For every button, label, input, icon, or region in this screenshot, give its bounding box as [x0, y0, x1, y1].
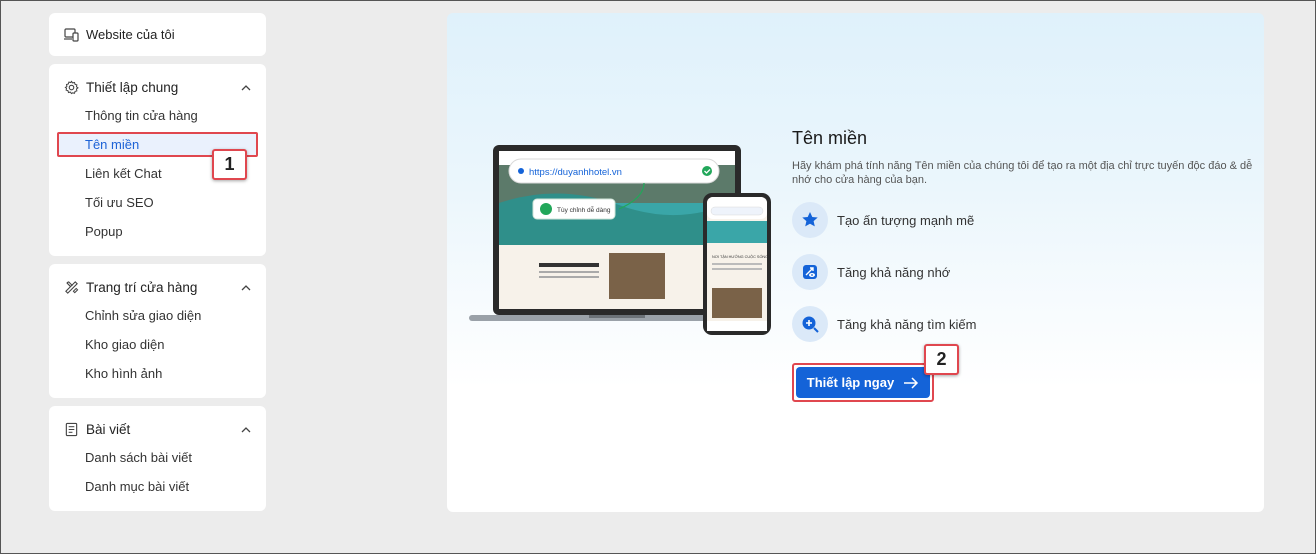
group-title: Bài viết — [86, 422, 131, 437]
feature-label: Tăng khả năng nhớ — [837, 264, 951, 280]
article-icon — [63, 422, 79, 438]
my-website-link[interactable]: Website của tôi — [49, 13, 266, 56]
feature-description: Hãy khám phá tính năng Tên miền của chún… — [792, 160, 1253, 186]
group-header-decoration[interactable]: Trang trí cửa hàng — [49, 274, 266, 301]
domain-feature-panel: https://duyanhhotel.vn Tùy chỉnh dễ dàng… — [447, 13, 1264, 512]
sidebar-item-store-info[interactable]: Thông tin cửa hàng — [49, 101, 266, 130]
sidebar-item-image-store[interactable]: Kho hình ảnh — [49, 359, 266, 388]
arrow-right-icon — [903, 376, 919, 389]
devices-icon — [63, 27, 79, 42]
sidebar-item-theme-store[interactable]: Kho giao diện — [49, 330, 266, 359]
star-icon — [792, 202, 828, 238]
group-header-general[interactable]: Thiết lập chung — [49, 74, 266, 101]
feature-item: Tăng khả năng tìm kiếm — [792, 305, 1262, 343]
group-header-posts[interactable]: Bài viết — [49, 416, 266, 443]
illus-section-title: NƠI TẬN HƯỞNG CUỘC SỐNG — [712, 254, 768, 259]
group-posts: Bài viết Danh sách bài viết Danh mục bài… — [49, 406, 266, 511]
gear-icon — [63, 80, 79, 96]
eye-arrow-icon — [792, 254, 828, 290]
domain-illustration: https://duyanhhotel.vn Tùy chỉnh dễ dàng… — [469, 145, 771, 335]
group-store-decoration: Trang trí cửa hàng Chỉnh sửa giao diện K… — [49, 264, 266, 398]
design-tools-icon — [63, 280, 79, 296]
search-plus-icon — [792, 306, 828, 342]
sidebar: Website của tôi Thiết lập chung Thông ti… — [49, 13, 266, 519]
setup-now-label: Thiết lập ngay — [806, 375, 895, 390]
sidebar-item-post-list[interactable]: Danh sách bài viết — [49, 443, 266, 472]
setup-now-highlight: Thiết lập ngay — [792, 363, 934, 402]
my-website-label: Website của tôi — [86, 27, 175, 42]
group-title: Trang trí cửa hàng — [86, 280, 198, 295]
sidebar-item-seo[interactable]: Tối ưu SEO — [49, 188, 266, 217]
chevron-up-icon[interactable] — [240, 282, 252, 294]
feature-item: Tăng khả năng nhớ — [792, 253, 1262, 291]
chevron-up-icon[interactable] — [240, 82, 252, 94]
feature-label: Tạo ấn tượng mạnh mẽ — [837, 212, 975, 228]
group-title: Thiết lập chung — [86, 80, 179, 95]
illus-url: https://duyanhhotel.vn — [529, 167, 622, 178]
sidebar-item-edit-theme[interactable]: Chỉnh sửa giao diện — [49, 301, 266, 330]
feature-item: Tạo ấn tượng mạnh mẽ — [792, 201, 1262, 239]
setup-now-button[interactable]: Thiết lập ngay — [796, 367, 930, 398]
sidebar-item-popup[interactable]: Popup — [49, 217, 266, 246]
chevron-up-icon[interactable] — [240, 424, 252, 436]
feature-label: Tăng khả năng tìm kiếm — [837, 316, 977, 332]
feature-info: Tên miền Hãy khám phá tính năng Tên miền… — [792, 128, 1262, 343]
feature-title: Tên miền — [792, 128, 868, 148]
step-marker-2: 2 — [924, 344, 959, 375]
step-marker-1: 1 — [212, 149, 247, 180]
illus-bubble: Tùy chỉnh dễ dàng — [557, 205, 611, 214]
sidebar-item-post-categories[interactable]: Danh mục bài viết — [49, 472, 266, 501]
